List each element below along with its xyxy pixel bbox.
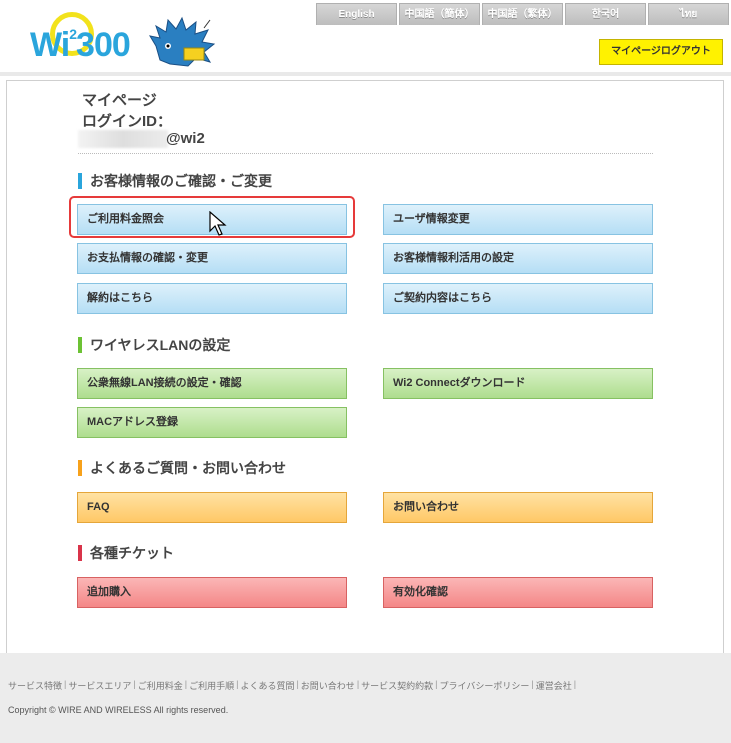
- lang-tab-simplified-chinese[interactable]: 中国語（簡体）: [399, 3, 480, 25]
- login-id-domain: @wi2: [166, 130, 205, 147]
- lang-tab-thai[interactable]: ไทย: [648, 3, 729, 25]
- mypage-title: マイページ: [82, 92, 157, 109]
- wi2-connect-download-button[interactable]: Wi2 Connectダウンロード: [383, 368, 653, 399]
- mouse-pointer-icon: [209, 211, 227, 236]
- activation-check-button[interactable]: 有効化確認: [383, 577, 653, 608]
- customer-data-usage-settings-button[interactable]: お客様情報利活用の設定: [383, 243, 653, 274]
- contract-details-button[interactable]: ご契約内容はこちら: [383, 283, 653, 314]
- mac-address-register-button[interactable]: MACアドレス登録: [77, 407, 347, 438]
- footer-link-terms[interactable]: サービス契約約款: [361, 679, 433, 692]
- contact-button[interactable]: お問い合わせ: [383, 492, 653, 523]
- footer-link-service-area[interactable]: サービスエリア: [68, 679, 131, 692]
- main-panel: [6, 80, 724, 653]
- section-tickets-title: 各種チケット: [78, 544, 174, 562]
- lang-tab-korean[interactable]: 한국어: [565, 3, 646, 25]
- language-tabs: English 中国語（簡体） 中国語（繁体） 한국어 ไทย: [316, 3, 729, 25]
- site-header: Wi2300 English 中国語（簡体） 中国語（繁体） 한국어 ไทย マ…: [0, 0, 731, 72]
- public-wifi-settings-button[interactable]: 公衆無線LAN接続の設定・確認: [77, 368, 347, 399]
- footer-link-features[interactable]: サービス特徴: [8, 679, 62, 692]
- lang-tab-english[interactable]: English: [316, 3, 397, 25]
- copyright-text: Copyright © WIRE AND WIRELESS All rights…: [8, 705, 229, 715]
- footer-link-faq[interactable]: よくある質問: [240, 679, 294, 692]
- footer-link-company[interactable]: 運営会社: [536, 679, 572, 692]
- additional-purchase-button[interactable]: 追加購入: [77, 577, 347, 608]
- footer-links: サービス特徴 | サービスエリア | ご利用料金 | ご利用手順 | よくある質問 | お…: [8, 679, 577, 692]
- wi2-300-logo[interactable]: Wi2300: [30, 12, 220, 68]
- login-id-label: ログインID：: [82, 113, 173, 130]
- footer-link-privacy[interactable]: プライバシーポリシー: [440, 679, 530, 692]
- hedgehog-mascot-icon: [148, 16, 216, 67]
- cancel-contract-button[interactable]: 解約はこちら: [77, 283, 347, 314]
- section-faq-title: よくあるご質問・お問い合わせ: [78, 459, 286, 477]
- payment-info-button[interactable]: お支払情報の確認・変更: [77, 243, 347, 274]
- site-footer: サービス特徴 | サービスエリア | ご利用料金 | ご利用手順 | よくある質問 | お…: [0, 653, 731, 743]
- mypage-logout-button[interactable]: マイページログアウト: [599, 39, 723, 65]
- user-info-change-button[interactable]: ユーザ情報変更: [383, 204, 653, 235]
- header-divider: [0, 72, 731, 76]
- section-wireless-title: ワイヤレスLANの設定: [78, 336, 230, 354]
- redacted-user-id: [78, 130, 168, 148]
- faq-button[interactable]: FAQ: [77, 492, 347, 523]
- section-customer-info-title: お客様情報のご確認・ご変更: [78, 172, 272, 190]
- footer-link-fees[interactable]: ご利用料金: [138, 679, 183, 692]
- lang-tab-traditional-chinese[interactable]: 中国語（繁体）: [482, 3, 563, 25]
- logo-wordmark: Wi2300: [30, 26, 131, 64]
- footer-link-procedure[interactable]: ご利用手順: [189, 679, 234, 692]
- account-divider: [78, 153, 653, 154]
- footer-link-contact[interactable]: お問い合わせ: [301, 679, 355, 692]
